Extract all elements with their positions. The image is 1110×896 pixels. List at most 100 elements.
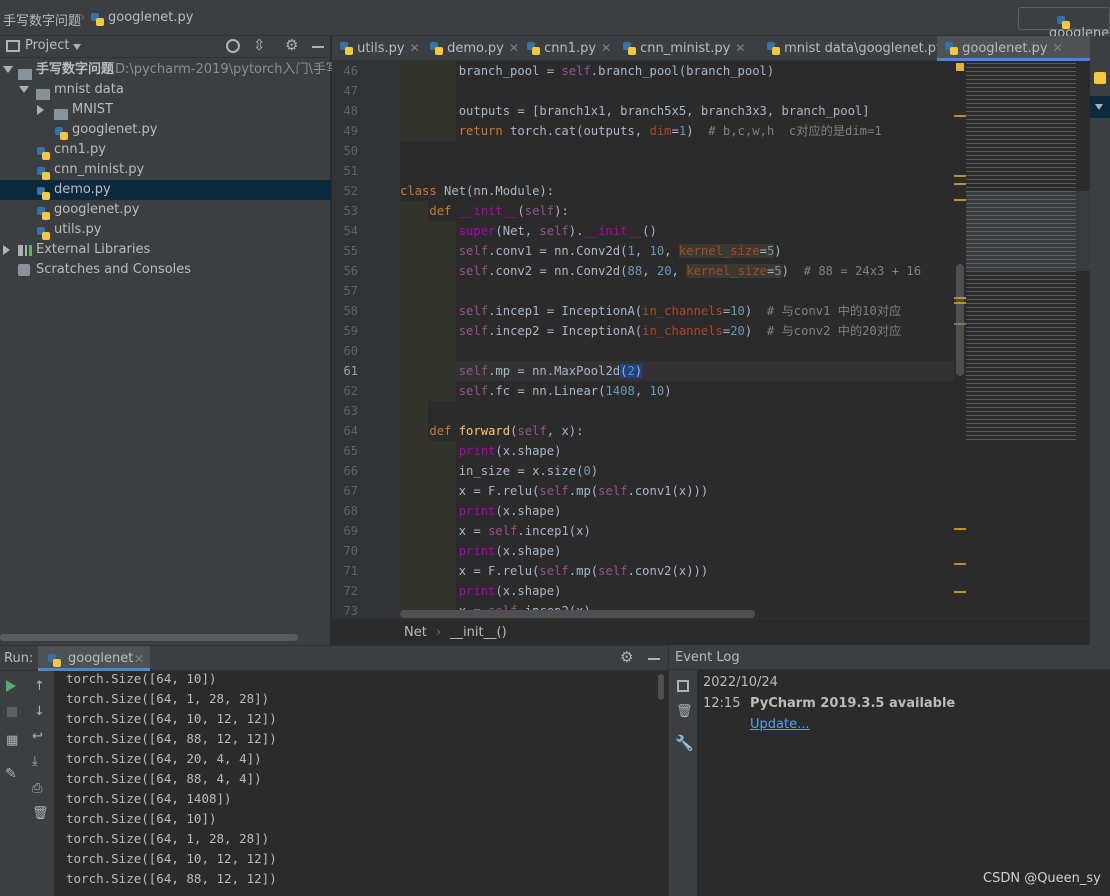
tree-item-cnn-minist[interactable]: cnn_minist.py	[0, 160, 331, 180]
close-icon[interactable]: ✕	[509, 41, 519, 55]
close-icon[interactable]: ✕	[134, 652, 144, 666]
warning-marker[interactable]	[954, 175, 966, 177]
code-minimap[interactable]	[954, 61, 1090, 618]
tab-cnn1[interactable]: cnn1.py ✕	[519, 36, 615, 61]
warning-marker[interactable]	[954, 563, 966, 565]
breadcrumb-method[interactable]: __init__()	[450, 625, 507, 640]
tab-utils[interactable]: utils.py ✕	[332, 36, 422, 61]
scratches-icon	[18, 264, 30, 276]
chevron-down-icon[interactable]	[1095, 104, 1103, 110]
trash-icon[interactable]: 🗑	[676, 705, 693, 719]
breadcrumb-file[interactable]: googlenet.py	[108, 10, 193, 25]
editor-horizontal-scrollbar[interactable]	[400, 610, 755, 618]
line-number: 48	[343, 104, 358, 118]
warning-marker[interactable]	[954, 115, 966, 117]
code-line: x = F.relu(self.mp(self.conv1(x)))	[400, 481, 954, 501]
tree-item-googlenet-nested[interactable]: googlenet.py	[0, 120, 331, 140]
code-line: print(x.shape)	[400, 501, 954, 521]
code-line: self.incep2 = InceptionA(in_channels=20)…	[400, 321, 954, 341]
chevron-down-icon[interactable]	[19, 86, 29, 93]
code-editor[interactable]: branch_pool = self.branch_pool(branch_po…	[400, 61, 954, 618]
tree-item-utils[interactable]: utils.py	[0, 220, 331, 240]
warning-indicator-icon[interactable]	[956, 63, 964, 71]
code-line: x = self.incep1(x)	[400, 521, 954, 541]
update-link[interactable]: Update...	[750, 717, 809, 732]
stop-icon[interactable]	[7, 707, 17, 717]
soft-wrap-icon[interactable]: ↩	[32, 730, 43, 744]
tree-item-demo[interactable]: demo.py	[0, 180, 331, 200]
tree-item-label: googlenet.py	[72, 122, 158, 137]
tab-label: cnn1.py	[544, 41, 597, 56]
event-message: PyCharm 2019.3.5 available	[750, 696, 956, 711]
close-icon[interactable]: ✕	[1053, 41, 1063, 55]
tab-label: mnist data\googlenet.py	[784, 41, 944, 56]
warning-marker[interactable]	[954, 199, 966, 201]
tree-item-cnn1[interactable]: cnn1.py	[0, 140, 331, 160]
arrow-down-icon[interactable]: ↓	[34, 705, 45, 719]
locate-file-icon[interactable]	[226, 39, 240, 53]
python-file-icon	[91, 13, 104, 26]
project-view-icon	[6, 40, 20, 52]
run-tab-googlenet[interactable]: googlenet ✕	[38, 646, 150, 671]
code-line	[400, 341, 954, 361]
wrench-icon[interactable]: 🔧	[675, 736, 694, 751]
python-file-icon	[767, 42, 780, 55]
python-console-icon[interactable]	[1094, 72, 1106, 84]
tree-item-label: cnn1.py	[54, 142, 106, 157]
warning-marker[interactable]	[954, 297, 966, 299]
arrow-up-icon[interactable]: ↑	[34, 680, 45, 694]
mark-read-icon[interactable]	[677, 680, 689, 692]
chevron-down-icon[interactable]	[73, 44, 81, 50]
breadcrumb-project[interactable]: 手写数字问题	[3, 10, 81, 29]
project-panel-header: Project ⇳ ⚙	[0, 36, 330, 58]
minimize-icon[interactable]	[312, 46, 324, 48]
console-output-line: torch.Size([64, 88, 12, 12])	[66, 871, 277, 886]
run-output-scrollbar[interactable]	[658, 674, 664, 700]
tab-googlenet[interactable]: googlenet.py ✕	[937, 36, 1090, 61]
tree-item-external-libraries[interactable]: External Libraries	[0, 240, 331, 260]
warning-marker[interactable]	[954, 591, 966, 593]
chevron-right-icon[interactable]	[37, 105, 44, 115]
scroll-to-end-icon[interactable]: ⤓	[32, 755, 38, 769]
gear-icon[interactable]: ⚙	[620, 650, 633, 665]
breadcrumb-class[interactable]: Net	[404, 625, 427, 640]
tab-cnn-minist[interactable]: cnn_minist.py ✕	[615, 36, 759, 61]
close-icon[interactable]: ✕	[410, 41, 420, 55]
collapse-all-icon[interactable]: ⇳	[253, 38, 266, 53]
pin-icon[interactable]: ✎	[5, 767, 17, 781]
print-icon[interactable]: ⎙	[32, 782, 42, 796]
tree-item-scratches[interactable]: Scratches and Consoles	[0, 260, 331, 280]
warning-marker[interactable]	[954, 528, 966, 530]
warning-marker[interactable]	[954, 183, 966, 185]
project-view-label[interactable]: Project	[25, 38, 69, 53]
chevron-right-icon[interactable]	[3, 245, 10, 255]
tree-item-mnist-folder[interactable]: MNIST	[0, 100, 331, 120]
gear-icon[interactable]: ⚙	[285, 38, 298, 53]
minimize-icon[interactable]	[648, 658, 660, 660]
tab-label: cnn_minist.py	[640, 41, 731, 56]
tree-item-root[interactable]: 手写数字问题 D:\pycharm-2019\pytorch入门\手写数字	[0, 60, 365, 80]
console-output-line: torch.Size([64, 88, 12, 12])	[66, 731, 277, 746]
play-icon[interactable]	[6, 680, 16, 692]
editor-vertical-scrollbar[interactable]	[956, 264, 964, 376]
tab-label: googlenet.py	[962, 41, 1048, 56]
trash-icon[interactable]: 🗑	[32, 807, 49, 821]
layout-icon[interactable]: ▦	[6, 734, 18, 748]
close-icon[interactable]: ✕	[735, 41, 745, 55]
line-number: 56	[343, 264, 358, 278]
typo-marker[interactable]	[954, 323, 966, 325]
tree-item-label: demo.py	[54, 182, 111, 197]
tree-item-googlenet[interactable]: googlenet.py	[0, 200, 331, 220]
run-configuration-selector[interactable]: googlenet	[1018, 7, 1110, 41]
code-line: print(x.shape)	[400, 581, 954, 601]
chevron-down-icon[interactable]	[3, 66, 13, 73]
close-icon[interactable]: ✕	[601, 41, 611, 55]
warning-marker[interactable]	[954, 302, 966, 304]
python-file-icon	[37, 187, 50, 200]
run-toolbar: ▦ ✎ ↑ ↓ ↩ ⤓ ⎙ 🗑	[0, 671, 54, 896]
tab-demo[interactable]: demo.py ✕	[422, 36, 519, 61]
right-panel-item[interactable]	[1090, 96, 1110, 118]
tree-item-mnist-data[interactable]: mnist data	[0, 80, 331, 100]
tab-mnist-data-googlenet[interactable]: mnist data\googlenet.py✕	[759, 36, 959, 61]
project-horizontal-scrollbar[interactable]	[0, 634, 298, 641]
